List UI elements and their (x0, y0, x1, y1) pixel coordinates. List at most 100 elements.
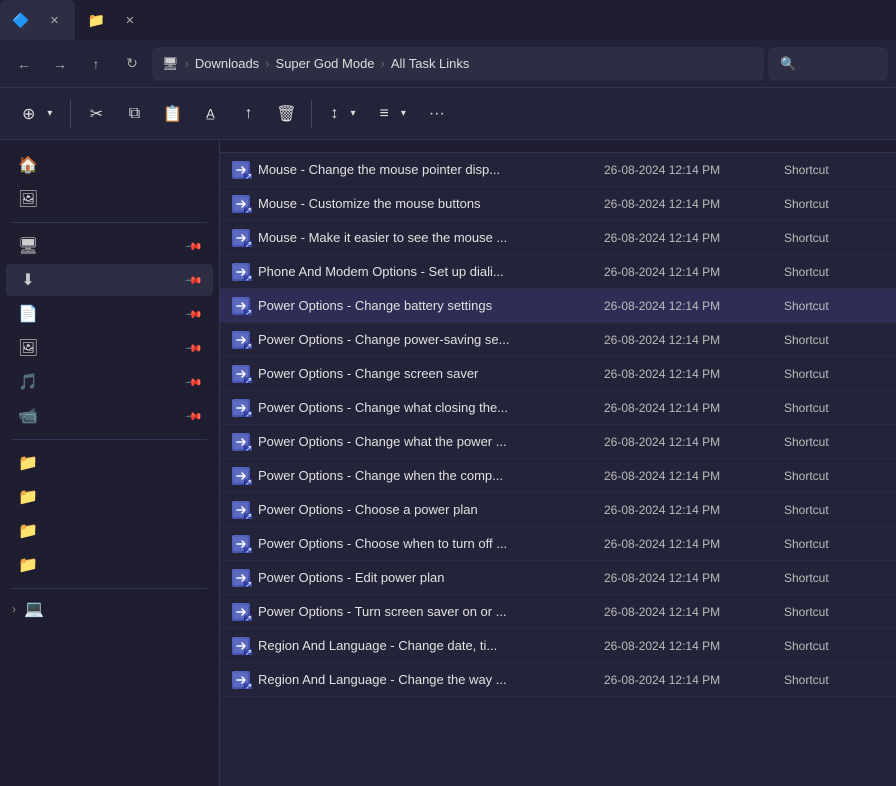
table-row[interactable]: ↗ Power Options - Change battery setting… (220, 289, 896, 323)
file-type-cell: Shortcut (784, 231, 884, 245)
table-row[interactable]: ↗ Power Options - Change when the comp..… (220, 459, 896, 493)
sort-button[interactable]: ↕ ▾ (320, 99, 365, 129)
table-row[interactable]: ↗ Power Options - Choose when to turn of… (220, 527, 896, 561)
sidebar-item-gallery[interactable]: 🖼 (6, 183, 213, 215)
downloads-icon: ⬇ (18, 270, 38, 290)
file-date-cell: 26-08-2024 12:14 PM (604, 265, 784, 279)
file-name-text: Power Options - Change what closing the.… (258, 400, 508, 415)
file-name-cell: ↗ Power Options - Change what closing th… (232, 399, 604, 417)
sidebar-item-downloads[interactable]: ⬇ 📌 (6, 264, 213, 296)
table-row[interactable]: ↗ Region And Language - Change the way .… (220, 663, 896, 697)
tab-all-task-links[interactable]: 🔷 ✕ (0, 0, 75, 40)
file-type-cell: Shortcut (784, 537, 884, 551)
file-name-text: Power Options - Change what the power ..… (258, 434, 507, 449)
table-row[interactable]: ↗ Mouse - Change the mouse pointer disp.… (220, 153, 896, 187)
file-name-text: Phone And Modem Options - Set up diali..… (258, 264, 504, 279)
tab2-icon: 📁 (87, 12, 104, 29)
tab1-close-button[interactable]: ✕ (45, 11, 63, 29)
sidebar-item-lgcamera[interactable]: 📁 (6, 447, 213, 479)
sidebar: 🏠 🖼 🖥 📌 ⬇ 📌 📄 📌 🖼 📌 🎵 (0, 140, 220, 786)
more-options-button[interactable]: ··· (420, 97, 454, 131)
table-row[interactable]: ↗ Power Options - Change screen saver 26… (220, 357, 896, 391)
file-name-text: Mouse - Make it easier to see the mouse … (258, 230, 507, 245)
copy-button[interactable]: ⧉ (117, 97, 151, 131)
file-type-cell: Shortcut (784, 503, 884, 517)
share-button[interactable]: ↑ (231, 97, 265, 131)
sort-dropdown-icon: ▾ (350, 108, 355, 119)
table-row[interactable]: ↗ Power Options - Edit power plan 26-08-… (220, 561, 896, 595)
delete-button[interactable]: 🗑 (269, 97, 303, 131)
table-row[interactable]: ↗ Power Options - Change what closing th… (220, 391, 896, 425)
sidebar-item-rahulrai[interactable]: 📁 (6, 549, 213, 581)
table-row[interactable]: ↗ Power Options - Change power-saving se… (220, 323, 896, 357)
test-icon: 📁 (18, 521, 38, 541)
shortcut-icon: ↗ (232, 161, 250, 179)
sidebar-item-techwiser[interactable]: 📁 (6, 481, 213, 513)
desktop-icon: 🖥 (18, 236, 38, 256)
music-pin-icon: 📌 (185, 373, 204, 392)
toolbar: ⊕ ▾ ✂ ⧉ 📋 A̲ ↑ 🗑 ↕ ▾ ≡ ▾ ··· (0, 88, 896, 140)
file-name-cell: ↗ Region And Language - Change date, ti.… (232, 637, 604, 655)
shortcut-icon: ↗ (232, 467, 250, 485)
back-button[interactable]: ← (8, 48, 40, 80)
toolbar-separator-2 (311, 100, 312, 128)
file-list: ↗ Mouse - Change the mouse pointer disp.… (220, 140, 896, 786)
sidebar-item-documents[interactable]: 📄 📌 (6, 298, 213, 330)
sidebar-item-desktop[interactable]: 🖥 📌 (6, 230, 213, 262)
sidebar-item-test[interactable]: 📁 (6, 515, 213, 547)
sidebar-item-videos[interactable]: 📹 📌 (6, 400, 213, 432)
new-button[interactable]: ⊕ ▾ (12, 98, 62, 130)
shortcut-icon: ↗ (232, 195, 250, 213)
table-row[interactable]: ↗ Mouse - Make it easier to see the mous… (220, 221, 896, 255)
shortcut-icon: ↗ (232, 535, 250, 553)
file-date-cell: 26-08-2024 12:14 PM (604, 605, 784, 619)
sidebar-divider-1 (12, 222, 207, 223)
tab2-close-button[interactable]: ✕ (121, 11, 139, 29)
breadcrumb-all-task-links[interactable]: All Task Links (391, 56, 470, 71)
sidebar-item-home[interactable]: 🏠 (6, 149, 213, 181)
search-box[interactable]: 🔍 (768, 47, 888, 81)
file-name-cell: ↗ Power Options - Turn screen saver on o… (232, 603, 604, 621)
gallery-icon: 🖼 (18, 189, 38, 209)
add-tab-button[interactable] (155, 6, 183, 34)
rename-button[interactable]: A̲ (193, 97, 227, 131)
shortcut-icon: ↗ (232, 671, 250, 689)
file-name-cell: ↗ Power Options - Choose when to turn of… (232, 535, 604, 553)
shortcut-icon: ↗ (232, 229, 250, 247)
sidebar-item-music[interactable]: 🎵 📌 (6, 366, 213, 398)
file-name-cell: ↗ Mouse - Make it easier to see the mous… (232, 229, 604, 247)
table-row[interactable]: ↗ Power Options - Turn screen saver on o… (220, 595, 896, 629)
table-row[interactable]: ↗ Power Options - Change what the power … (220, 425, 896, 459)
tab-techwiser[interactable]: 📁 ✕ (75, 0, 150, 40)
file-name-cell: ↗ Region And Language - Change the way .… (232, 671, 604, 689)
breadcrumb-super-god-mode[interactable]: Super God Mode (276, 56, 375, 71)
shortcut-icon: ↗ (232, 569, 250, 587)
cut-button[interactable]: ✂ (79, 97, 113, 131)
file-date-cell: 26-08-2024 12:14 PM (604, 435, 784, 449)
sidebar-item-thispc[interactable]: › 💻 (0, 595, 219, 623)
shortcut-icon: ↗ (232, 263, 250, 281)
breadcrumb[interactable]: 🖥 › Downloads › Super God Mode › All Tas… (152, 47, 764, 81)
view-button[interactable]: ≡ ▾ (369, 99, 415, 129)
file-date-cell: 26-08-2024 12:14 PM (604, 503, 784, 517)
refresh-button[interactable]: ↻ (116, 48, 148, 80)
table-row[interactable]: ↗ Mouse - Customize the mouse buttons 26… (220, 187, 896, 221)
content-area: 🏠 🖼 🖥 📌 ⬇ 📌 📄 📌 🖼 📌 🎵 (0, 140, 896, 786)
toolbar-separator-1 (70, 100, 71, 128)
table-row[interactable]: ↗ Power Options - Choose a power plan 26… (220, 493, 896, 527)
title-bar: 🔷 ✕ 📁 ✕ (0, 0, 896, 40)
shortcut-icon: ↗ (232, 603, 250, 621)
file-list-header (220, 140, 896, 153)
sidebar-item-pictures[interactable]: 🖼 📌 (6, 332, 213, 364)
file-date-cell: 26-08-2024 12:14 PM (604, 299, 784, 313)
techwiser-icon: 📁 (18, 487, 38, 507)
table-row[interactable]: ↗ Phone And Modem Options - Set up diali… (220, 255, 896, 289)
forward-button[interactable]: → (44, 48, 76, 80)
file-type-cell: Shortcut (784, 401, 884, 415)
breadcrumb-downloads[interactable]: Downloads (195, 56, 259, 71)
paste-button[interactable]: 📋 (155, 97, 189, 131)
table-row[interactable]: ↗ Region And Language - Change date, ti.… (220, 629, 896, 663)
file-date-cell: 26-08-2024 12:14 PM (604, 673, 784, 687)
new-icon: ⊕ (22, 104, 35, 124)
up-button[interactable]: ↑ (80, 48, 112, 80)
